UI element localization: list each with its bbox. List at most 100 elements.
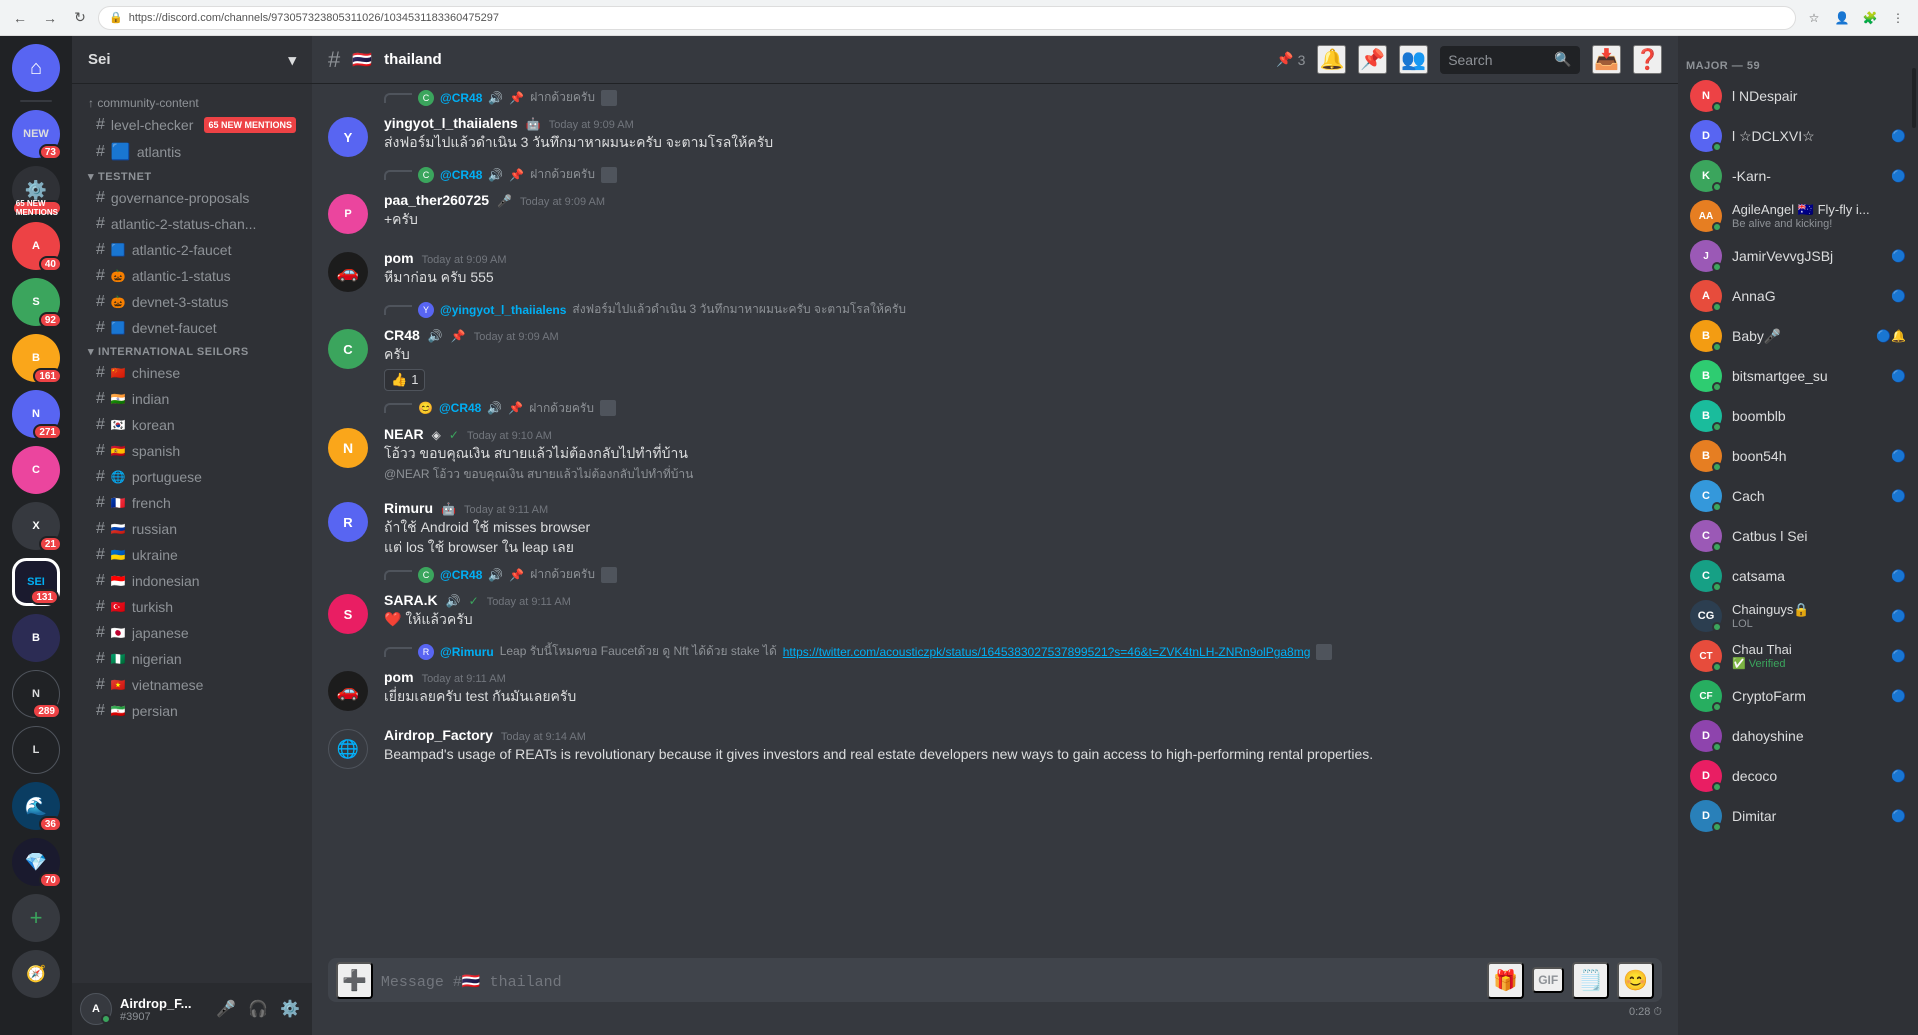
channel-item-russian[interactable]: # 🇷🇺 russian xyxy=(80,516,304,542)
member-boon54h[interactable]: B boon54h 🔵 xyxy=(1682,436,1914,476)
channel-item-chinese[interactable]: # 🇨🇳 chinese xyxy=(80,360,304,386)
channel-item-devnet3-status[interactable]: # 🎃 devnet-3-status xyxy=(80,289,304,315)
member-boomblb[interactable]: B boomblb xyxy=(1682,396,1914,436)
server-icon-10[interactable]: B xyxy=(12,614,60,662)
search-box[interactable]: 🔍 xyxy=(1440,46,1580,74)
address-bar[interactable]: 🔒 https://discord.com/channels/973057323… xyxy=(98,6,1796,30)
member-dimitar[interactable]: D Dimitar 🔵 xyxy=(1682,796,1914,836)
server-icon-2[interactable]: ⚙️ 65 NEW MENTIONS xyxy=(12,166,60,214)
channel-item-atlantic2-faucet[interactable]: # 🟦 atlantic-2-faucet xyxy=(80,237,304,263)
sticker-button[interactable]: 🗒️ xyxy=(1572,962,1609,999)
pin-button[interactable]: 📌 xyxy=(1358,45,1387,74)
member-dclxvi[interactable]: D l ☆DCLXVI☆ 🔵 xyxy=(1682,116,1914,156)
server-name-header[interactable]: Sei ▾ xyxy=(72,36,312,84)
member-ndespair[interactable]: N l NDespair xyxy=(1682,76,1914,116)
server-icon-1[interactable]: NEW 73 xyxy=(12,110,60,158)
server-icon-11[interactable]: N 289 xyxy=(12,670,60,718)
channel-item-spanish[interactable]: # 🇪🇸 spanish xyxy=(80,438,304,464)
category-testnet[interactable]: ▾ TESTNET xyxy=(72,166,312,185)
server-icon-3[interactable]: A 40 xyxy=(12,222,60,270)
member-baby[interactable]: B Baby🎤 🔵🔔 xyxy=(1682,316,1914,356)
category-international[interactable]: ▾ INTERNATIONAL SEILORS xyxy=(72,341,312,360)
back-button[interactable]: ← xyxy=(8,6,32,30)
author-yingyot[interactable]: yingyot_l_thaiialens xyxy=(384,115,518,131)
channel-item-atlantis[interactable]: # 🟦 atlantis xyxy=(80,138,304,166)
notifications-button[interactable]: 🔔 xyxy=(1317,45,1346,74)
member-bitsmartgee[interactable]: B bitsmartgee_su 🔵 xyxy=(1682,356,1914,396)
author-paather[interactable]: paa_ther260725 xyxy=(384,192,489,208)
channel-item-vietnamese[interactable]: # 🇻🇳 vietnamese xyxy=(80,672,304,698)
server-icon-5[interactable]: B 161 xyxy=(12,334,60,382)
author-sara[interactable]: SARA.K xyxy=(384,592,438,608)
server-icon-12[interactable]: L xyxy=(12,726,60,774)
channel-item-persian[interactable]: # 🇮🇷 persian xyxy=(80,698,304,724)
server-icon-13[interactable]: 🌊 36 xyxy=(12,782,60,830)
member-dahoyshine[interactable]: D dahoyshine xyxy=(1682,716,1914,756)
member-chainguys[interactable]: CG Chainguys🔒 LOL 🔵 xyxy=(1682,596,1914,636)
server-icon-7[interactable]: C xyxy=(12,446,60,494)
extensions-button[interactable]: 🧩 xyxy=(1858,6,1882,30)
help-button[interactable]: ❓ xyxy=(1633,45,1662,74)
channel-item-ukraine[interactable]: # 🇺🇦 ukraine xyxy=(80,542,304,568)
channel-item-korean[interactable]: # 🇰🇷 korean xyxy=(80,412,304,438)
message-input[interactable] xyxy=(381,962,1479,999)
discover-button[interactable]: 🧭 xyxy=(12,950,60,998)
server-icon-8[interactable]: X 21 xyxy=(12,502,60,550)
server-icon-sei[interactable]: SEI 131 xyxy=(12,558,60,606)
author-rimuru[interactable]: Rimuru xyxy=(384,500,433,516)
forward-button[interactable]: → xyxy=(38,6,62,30)
server-icon-6[interactable]: N 271 xyxy=(12,390,60,438)
channel-item-devnet-faucet[interactable]: # 🟦 devnet-faucet xyxy=(80,315,304,341)
gift-button[interactable]: 🎁 xyxy=(1487,962,1524,999)
author-airdrop[interactable]: Airdrop_Factory xyxy=(384,727,493,743)
emoji-button[interactable]: 😊 xyxy=(1617,962,1654,999)
member-karn[interactable]: K -Karn- 🔵 xyxy=(1682,156,1914,196)
search-input[interactable] xyxy=(1448,52,1548,68)
channel-item-nigerian[interactable]: # 🇳🇬 nigerian xyxy=(80,646,304,672)
profile-button[interactable]: 👤 xyxy=(1830,6,1854,30)
channel-item-level-checker[interactable]: # level-checker 65 NEW MENTIONS xyxy=(80,112,304,138)
channel-item-atlantic1-status[interactable]: # 🎃 atlantic-1-status xyxy=(80,263,304,289)
member-annag[interactable]: A AnnaG 🔵 xyxy=(1682,276,1914,316)
user-settings-button[interactable]: ⚙️ xyxy=(276,995,304,1023)
add-server-button[interactable]: + xyxy=(12,894,60,942)
channel-item-french[interactable]: # 🇫🇷 french xyxy=(80,490,304,516)
channel-item-japanese[interactable]: # 🇯🇵 japanese xyxy=(80,620,304,646)
reply-icon: 😊 xyxy=(418,401,433,415)
channel-item-governance[interactable]: # governance-proposals xyxy=(80,185,304,211)
member-jamir[interactable]: J JamirVevvgJSBj 🔵 xyxy=(1682,236,1914,276)
author-near[interactable]: NEAR xyxy=(384,426,424,442)
reload-button[interactable]: ↻ xyxy=(68,6,92,30)
member-chauthai[interactable]: CT Chau Thai ✅ Verified 🔵 xyxy=(1682,636,1914,676)
messages-area[interactable]: C @CR48 🔊 📌 ฝากด้วยครับ Y yingyot_l_thai… xyxy=(312,84,1678,958)
member-cryptofarm[interactable]: CF CryptoFarm 🔵 xyxy=(1682,676,1914,716)
deafen-button[interactable]: 🎧 xyxy=(244,995,272,1023)
member-decoco[interactable]: D decoco 🔵 xyxy=(1682,756,1914,796)
channel-item-indonesian[interactable]: # 🇮🇩 indonesian xyxy=(80,568,304,594)
channel-item-atlantic2-status[interactable]: # atlantic-2-status-chan... xyxy=(80,211,304,237)
channel-item-portuguese[interactable]: # 🌐 portuguese xyxy=(80,464,304,490)
reply-link-pom2[interactable]: https://twitter.com/acousticzpk/status/1… xyxy=(783,645,1311,659)
home-button[interactable]: ⌂ xyxy=(12,44,60,92)
channel-item-indian[interactable]: # 🇮🇳 indian xyxy=(80,386,304,412)
server-icon-4[interactable]: S 92 xyxy=(12,278,60,326)
bookmark-button[interactable]: ☆ xyxy=(1802,6,1826,30)
server-icon-14[interactable]: 💎 70 xyxy=(12,838,60,886)
gif-button[interactable]: GIF xyxy=(1532,967,1564,993)
member-catsama[interactable]: C catsama 🔵 xyxy=(1682,556,1914,596)
member-cach[interactable]: C Cach 🔵 xyxy=(1682,476,1914,516)
author-pom[interactable]: pom xyxy=(384,250,414,266)
add-file-button[interactable]: ➕ xyxy=(336,962,373,999)
menu-button[interactable]: ⋮ xyxy=(1886,6,1910,30)
reaction-thumbsup[interactable]: 👍 1 xyxy=(384,369,425,391)
channel-item-turkish[interactable]: # 🇹🇷 turkish xyxy=(80,594,304,620)
author-pom2[interactable]: pom xyxy=(384,669,414,685)
member-catbus[interactable]: C Catbus l Sei xyxy=(1682,516,1914,556)
member-agileangel[interactable]: AA AgileAngel 🇦🇺 Fly-fly i... Be alive a… xyxy=(1682,196,1914,236)
reply-author-yingyot: @yingyot_l_thaiialens xyxy=(440,303,566,317)
members-button[interactable]: 👥 xyxy=(1399,45,1428,74)
inbox-button[interactable]: 📥 xyxy=(1592,45,1621,74)
mute-button[interactable]: 🎤 xyxy=(212,995,240,1023)
timestamp-sara: Today at 9:11 AM xyxy=(487,596,571,608)
author-cr48[interactable]: CR48 xyxy=(384,327,420,343)
